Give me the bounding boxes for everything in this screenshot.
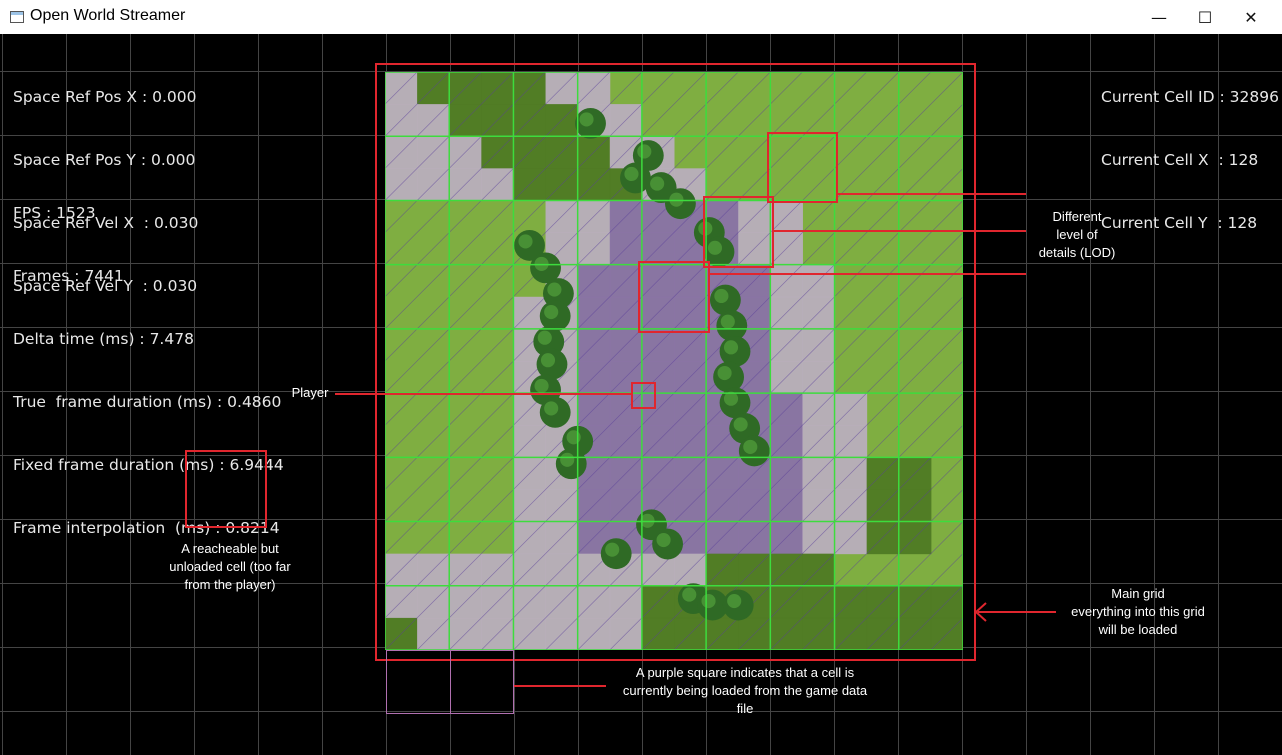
delta-time-readout: Delta time (ms) : 7.478 xyxy=(13,330,194,348)
lod-box-1 xyxy=(767,132,838,203)
lod-box-3 xyxy=(638,261,710,333)
loading-label-line-1: A purple square indicates that a cell is xyxy=(635,665,855,680)
main-grid-label-line-3: will be loaded xyxy=(1098,622,1178,637)
player-label: Player xyxy=(291,385,329,400)
main-grid-outline xyxy=(375,63,976,661)
app-icon xyxy=(10,11,24,23)
current-cell-x: Current Cell X : 128 xyxy=(1101,151,1259,169)
lod-label-line-3: details (LOD) xyxy=(1038,245,1116,260)
window-title: Open World Streamer xyxy=(30,7,186,24)
unloaded-label-line-2: unloaded cell (too far xyxy=(169,559,291,574)
lod-pointer-3 xyxy=(710,273,1026,275)
fps-readout: FPS : 1523 xyxy=(13,204,96,222)
loading-cell-2 xyxy=(450,650,514,714)
true-frame-duration-readout: True frame duration (ms) : 0.4860 xyxy=(13,393,282,411)
unloaded-label-line-1: A reacheable but xyxy=(181,541,279,556)
current-cell-id: Current Cell ID : 32896 xyxy=(1101,88,1279,106)
lod-label-line-2: level of xyxy=(1056,227,1098,242)
player-pointer xyxy=(335,393,631,395)
main-grid-pointer xyxy=(978,611,1056,613)
loading-cell-1 xyxy=(386,650,451,714)
main-grid-label-line-2: everything into this grid xyxy=(1071,604,1205,619)
loading-label-line-2: currently being loaded from the game dat… xyxy=(622,683,868,698)
main-grid-label: Main grid everything into this grid will… xyxy=(1050,585,1226,639)
window-titlebar: Open World Streamer — ☐ ✕ xyxy=(0,0,1282,34)
close-button[interactable]: ✕ xyxy=(1228,0,1274,34)
lod-pointer-1 xyxy=(838,193,1026,195)
loading-pointer xyxy=(514,685,606,687)
frames-readout: Frames : 7441 xyxy=(13,267,124,285)
loading-label-line-3: file xyxy=(736,701,754,716)
lod-pointer-2 xyxy=(774,230,1026,232)
maximize-button[interactable]: ☐ xyxy=(1182,0,1228,34)
game-viewport[interactable]: Space Ref Pos X : 0.000 Space Ref Pos Y … xyxy=(0,34,1282,755)
player-marker xyxy=(631,382,656,409)
main-grid-label-line-1: Main grid xyxy=(1111,586,1165,601)
space-ref-pos-x: Space Ref Pos X : 0.000 xyxy=(13,88,197,106)
loading-cell-label: A purple square indicates that a cell is… xyxy=(600,664,890,718)
unloaded-label-line-3: from the player) xyxy=(184,577,276,592)
lod-box-2 xyxy=(703,196,774,268)
lod-label: Different level of details (LOD) xyxy=(1026,208,1128,262)
unloaded-cell xyxy=(185,450,267,528)
minimize-button[interactable]: — xyxy=(1136,0,1182,34)
unloaded-cell-label: A reacheable but unloaded cell (too far … xyxy=(150,540,310,594)
arrow-left-icon xyxy=(974,602,987,622)
lod-label-line-1: Different xyxy=(1052,209,1102,224)
